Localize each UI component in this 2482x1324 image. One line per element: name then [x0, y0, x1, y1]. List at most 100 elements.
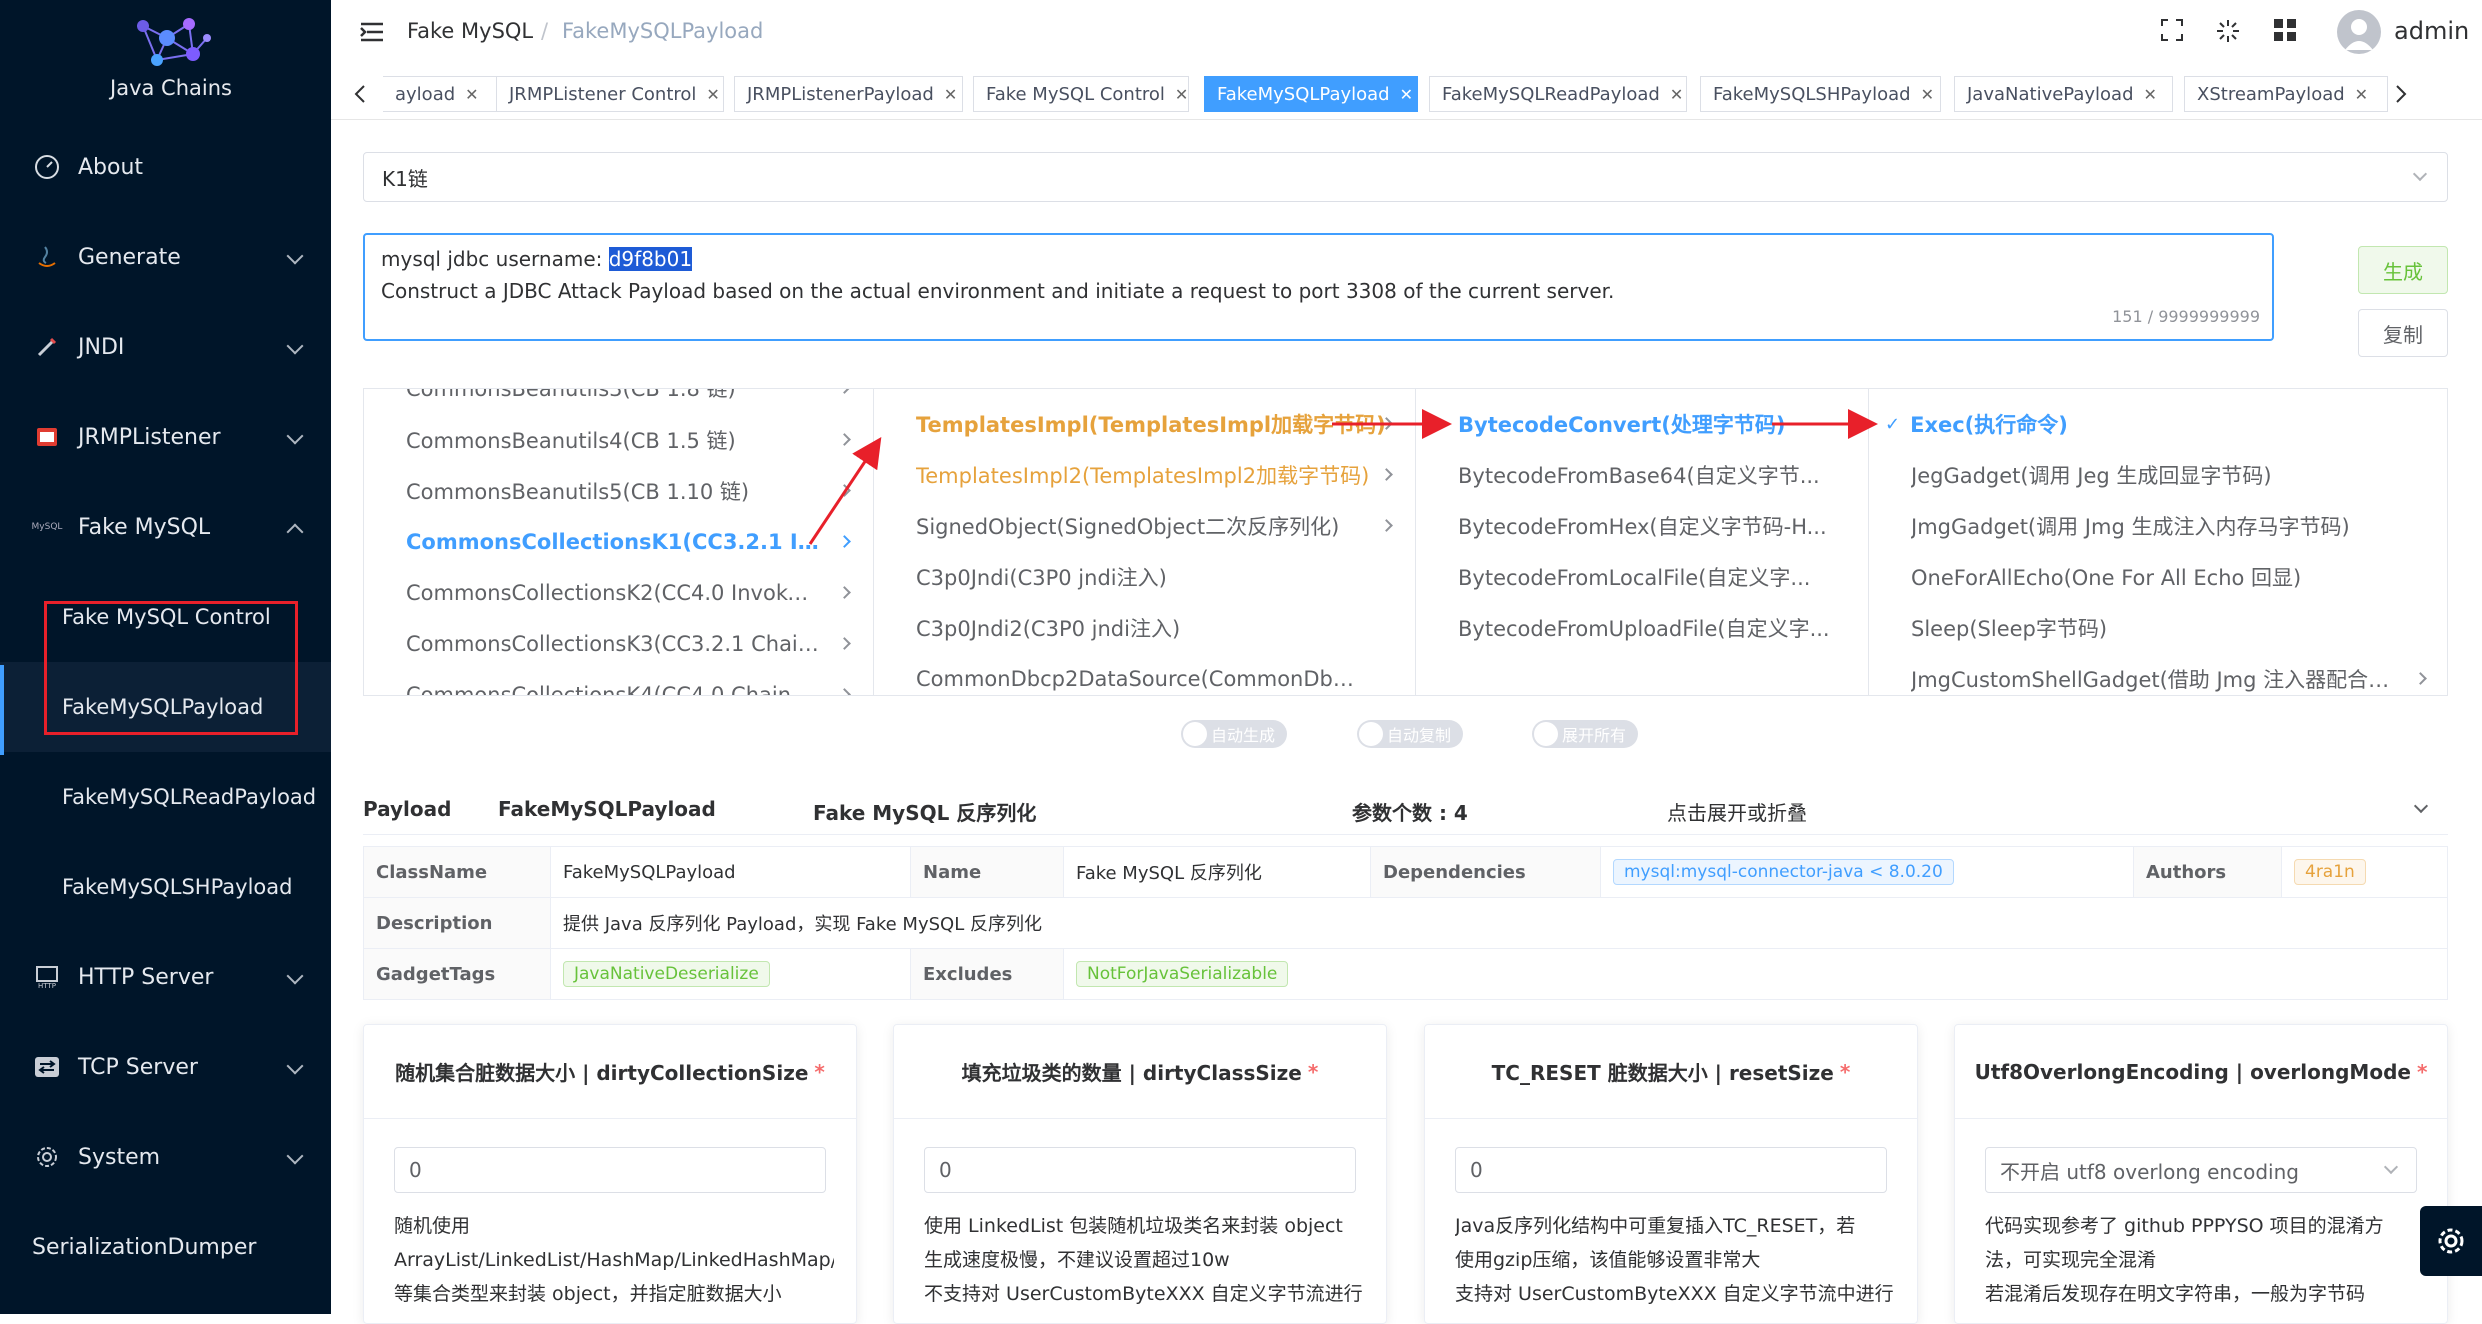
- reset-size-input[interactable]: 0: [1455, 1147, 1887, 1193]
- cascader-option-label: TemplatesImpl(TemplatesImpl加载字节码): [916, 413, 1386, 437]
- generate-button[interactable]: 生成: [2358, 246, 2448, 294]
- sidebar-item-label: Fake MySQL: [78, 514, 211, 540]
- cascader-option[interactable]: JegGadget(调用 Jeg 生成回显字节码): [1869, 450, 2447, 500]
- cascader-option[interactable]: JmgGadget(调用 Jmg 生成注入内存马字节码): [1869, 501, 2447, 551]
- copy-button[interactable]: 复制: [2358, 309, 2448, 357]
- cascader-option[interactable]: CommonsCollectionsK2(CC4.0 InvokerTr...: [364, 568, 873, 618]
- cascader-option[interactable]: CommonDbcp2DataSource(CommonDbcp2...: [874, 654, 1415, 695]
- auto-copy-switch[interactable]: 自动复制: [1357, 720, 1463, 748]
- sidebar-subitem-fakemysqlshpayload[interactable]: FakeMySQLSHPayload: [0, 842, 331, 932]
- hamburger-icon[interactable]: [359, 22, 385, 42]
- cascader-option[interactable]: C3p0Jndi(C3P0 jndi注入): [874, 552, 1415, 602]
- close-icon[interactable]: ✕: [1921, 85, 1934, 104]
- cascader-option-selected[interactable]: BytecodeConvert(处理字节码): [1416, 399, 1868, 449]
- cascader-option[interactable]: Sleep(Sleep字节码): [1869, 603, 2447, 653]
- detail-classname: FakeMySQLPayload: [551, 847, 911, 897]
- sidebar-item-fake-mysql[interactable]: MySQL Fake MySQL: [0, 482, 331, 572]
- cascader-option[interactable]: JmgCustomShellGadget(借助 Jmg 注入器配合自...: [1869, 654, 2447, 695]
- tab-fakemysqlpayload[interactable]: FakeMySQLPayload ✕: [1204, 76, 1418, 112]
- cascader-option-label: CommonsBeanutils3(CB 1.8 链): [406, 389, 736, 401]
- loading-icon[interactable]: [2215, 18, 2241, 44]
- cascader-option[interactable]: BytecodeFromLocalFile(自定义字...: [1416, 552, 1868, 602]
- sidebar-item-jrmplistener[interactable]: JRMPListener: [0, 392, 331, 482]
- sidebar-item-jndi[interactable]: JNDI: [0, 302, 331, 392]
- cascader-option-selected[interactable]: TemplatesImpl(TemplatesImpl加载字节码): [874, 399, 1415, 449]
- gear-icon: [32, 1142, 62, 1172]
- sidebar-item-tcp-server[interactable]: TCP Server: [0, 1022, 331, 1112]
- gadget-cascader: CommonsBeanutils3(CB 1.8 链) CommonsBeanu…: [363, 388, 2448, 696]
- payload-collapse-header[interactable]: Payload FakeMySQLPayload Fake MySQL 反序列化…: [363, 785, 2448, 835]
- cascader-option[interactable]: OneForAllEcho(One For All Echo 回显): [1869, 552, 2447, 602]
- breadcrumb-parent[interactable]: Fake MySQL: [407, 19, 533, 43]
- cascader-option-selected[interactable]: ✓ Exec(执行命令): [1869, 399, 2447, 449]
- sidebar-item-http-server[interactable]: HTTP HTTP Server: [0, 932, 331, 1022]
- cascader-option-selected[interactable]: CommonsCollectionsK1(CC3.2.1 Invok...: [364, 517, 873, 567]
- tab-fakemysqlreadpayload[interactable]: FakeMySQLReadPayload ✕: [1429, 76, 1687, 112]
- sidebar-item-about[interactable]: About: [0, 122, 331, 212]
- tab-label: Fake MySQL Control: [986, 83, 1165, 105]
- collapse-toggle-text: 点击展开或折叠: [1667, 801, 1807, 825]
- cascader-option[interactable]: TemplatesImpl2(TemplatesImpl2加载字节码): [874, 450, 1415, 500]
- overlong-mode-select[interactable]: 不开启 utf8 overlong encoding: [1985, 1147, 2417, 1193]
- cascader-option[interactable]: BytecodeFromHex(自定义字节码-H...: [1416, 501, 1868, 551]
- close-icon[interactable]: ✕: [1670, 85, 1683, 104]
- dirty-collection-size-input[interactable]: 0: [394, 1147, 826, 1193]
- tab-xstreampayload[interactable]: XStreamPayload ✕: [2184, 76, 2388, 112]
- close-icon[interactable]: ✕: [1175, 85, 1188, 104]
- chevron-left-icon[interactable]: [354, 84, 366, 104]
- cascader-option[interactable]: BytecodeFromUploadFile(自定义字...: [1416, 603, 1868, 653]
- sidebar-subitem-fakemysqlreadpayload[interactable]: FakeMySQLReadPayload: [0, 752, 331, 842]
- tab-ayload[interactable]: ayload ✕: [383, 76, 505, 112]
- cascader-option[interactable]: CommonsBeanutils4(CB 1.5 链): [364, 415, 873, 465]
- avatar[interactable]: [2337, 10, 2381, 54]
- auto-generate-switch[interactable]: 自动生成: [1181, 720, 1287, 748]
- chevron-right-icon[interactable]: [2395, 84, 2407, 104]
- cascader-option[interactable]: C3p0Jndi2(C3P0 jndi注入): [874, 603, 1415, 653]
- param-help-line: ArrayList/LinkedList/HashMap/LinkedHashM…: [394, 1249, 834, 1271]
- required-mark: *: [814, 1059, 825, 1084]
- param-help-line: 使用 LinkedList 包装随机垃圾类名来封装 object: [924, 1215, 1343, 1237]
- chevron-down-icon: [286, 337, 304, 355]
- sidebar-item-serializationdumper[interactable]: SerializationDumper: [0, 1202, 331, 1292]
- tab-fake-mysql-control[interactable]: Fake MySQL Control ✕: [973, 76, 1189, 112]
- close-icon[interactable]: ✕: [944, 85, 957, 104]
- tab-jrmplistenerpayload[interactable]: JRMPListenerPayload ✕: [734, 76, 963, 112]
- param-help-line: 使用gzip压缩，该值能够设置非常大: [1455, 1249, 1761, 1271]
- grid-icon[interactable]: [2273, 18, 2297, 42]
- cascader-option-label: CommonsCollectionsK4(CC4.0 ChainedT...: [406, 683, 821, 696]
- cascader-option[interactable]: CommonsCollectionsK4(CC4.0 ChainedT...: [364, 670, 873, 696]
- payload-output-textarea[interactable]: mysql jdbc username: d9f8b01 Construct a…: [363, 233, 2274, 341]
- cascader-option[interactable]: CommonsBeanutils3(CB 1.8 链): [364, 389, 873, 413]
- expand-all-switch[interactable]: 展开所有: [1532, 720, 1638, 748]
- close-icon[interactable]: ✕: [1400, 85, 1413, 104]
- cascader-option[interactable]: BytecodeFromBase64(自定义字节...: [1416, 450, 1868, 500]
- param-help-text: 使用 LinkedList 包装随机垃圾类名来封装 object 生成速度极慢，…: [924, 1209, 1364, 1311]
- sidebar-item-system[interactable]: System: [0, 1112, 331, 1202]
- close-icon[interactable]: ✕: [2144, 85, 2157, 104]
- close-icon[interactable]: ✕: [2355, 85, 2368, 104]
- username[interactable]: admin: [2394, 17, 2469, 45]
- tab-label: JRMPListenerPayload: [747, 83, 934, 105]
- tab-fakemysqlshpayload[interactable]: FakeMySQLSHPayload ✕: [1700, 76, 1941, 112]
- detail-dependencies: mysql:mysql-connector-java < 8.0.20: [1601, 847, 2134, 897]
- settings-fab[interactable]: [2420, 1206, 2482, 1276]
- chain-select[interactable]: K1链: [363, 152, 2448, 202]
- logo[interactable]: Java Chains: [96, 14, 246, 114]
- fullscreen-icon[interactable]: [2160, 18, 2184, 42]
- param-help-line: 不支持对 UserCustomByteXXX 自定义字节流进行: [924, 1283, 1363, 1305]
- chevron-down-icon: [2413, 798, 2429, 814]
- tab-javanativepayload[interactable]: JavaNativePayload ✕: [1954, 76, 2173, 112]
- close-icon[interactable]: ✕: [706, 85, 719, 104]
- dirty-class-size-input[interactable]: 0: [924, 1147, 1356, 1193]
- cascader-option-label: CommonsCollectionsK3(CC3.2.1 Chaine...: [406, 632, 821, 656]
- cascader-option[interactable]: SignedObject(SignedObject二次反序列化): [874, 501, 1415, 551]
- tab-jrmplistener-control[interactable]: JRMPListener Control ✕: [496, 76, 724, 112]
- payload-param-count: 参数个数 : 4: [1352, 801, 1468, 825]
- cascader-option[interactable]: CommonsBeanutils5(CB 1.10 链): [364, 466, 873, 516]
- sidebar-item-generate[interactable]: Generate: [0, 212, 331, 302]
- close-icon[interactable]: ✕: [465, 85, 478, 104]
- cascader-option[interactable]: CommonsCollectionsK3(CC3.2.1 Chaine...: [364, 619, 873, 669]
- cascader-option-label: CommonDbcp2DataSource(CommonDbcp2...: [916, 667, 1356, 691]
- chevron-up-icon: [286, 523, 304, 541]
- payload-name: FakeMySQLPayload: [498, 797, 716, 821]
